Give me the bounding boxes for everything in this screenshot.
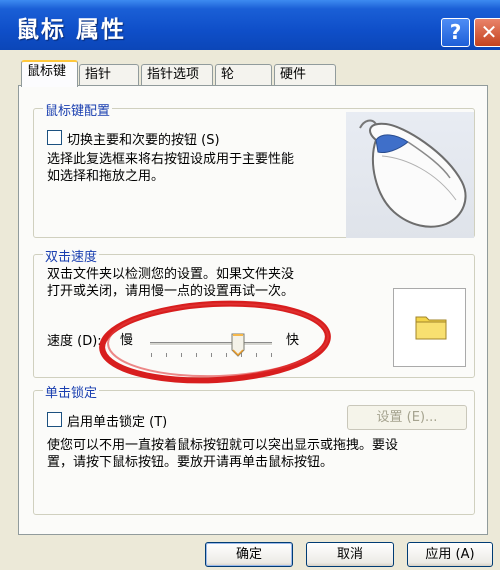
button-label: 确定 — [235, 547, 262, 562]
tab-label: 硬件 — [280, 67, 307, 82]
tab-label: 轮 — [221, 67, 235, 82]
double-click-legend: 双击速度 — [43, 246, 100, 265]
click-lock-label[interactable]: 启用单击锁定 (T) — [67, 411, 167, 430]
slow-label: 慢 — [120, 333, 134, 348]
slider-tick — [196, 353, 197, 357]
fast-label: 快 — [286, 333, 300, 348]
slider-tick — [166, 353, 167, 357]
button-config-legend: 鼠标键配置 — [43, 100, 113, 119]
tab-label: 鼠标键 — [27, 64, 67, 79]
close-icon: ✕ — [480, 20, 498, 44]
tab-label: 指针 — [85, 67, 112, 82]
double-click-description: 双击文件夹以检测您的设置。如果文件夹没 打开或关闭，请用慢一点的设置再试一次。 — [47, 266, 294, 300]
switch-buttons-checkbox[interactable] — [47, 130, 62, 145]
tab-wheel[interactable]: 轮 — [215, 64, 272, 86]
click-lock-settings-button[interactable]: 设置 (E)... — [347, 405, 467, 430]
help-button[interactable]: ? — [441, 18, 470, 47]
folder-icon — [415, 316, 447, 340]
apply-button[interactable]: 应用 (A) — [407, 542, 493, 567]
slider-tick — [151, 353, 152, 357]
slider-tick — [211, 353, 212, 357]
slider-tick — [271, 353, 272, 357]
tab-label: 指针选项 — [147, 67, 200, 82]
description-line: 双击文件夹以检测您的设置。如果文件夹没 — [47, 267, 295, 282]
description-line: 置，请按下鼠标按钮。要放开请再单击鼠标按钮。 — [47, 455, 334, 470]
click-lock-legend: 单击锁定 — [43, 382, 100, 401]
cancel-button[interactable]: 取消 — [306, 542, 394, 567]
button-label: 应用 (A) — [425, 547, 475, 562]
speed-label: 速度 (D): — [47, 334, 102, 349]
mouse-properties-window: 鼠标 属性 ? ✕ 鼠标键 指针 指针选项 轮 硬件 鼠标键配置 切换主要和次要… — [0, 0, 500, 570]
close-button[interactable]: ✕ — [474, 18, 500, 47]
button-label: 设置 (E)... — [376, 410, 438, 425]
button-config-description: 选择此复选框来将右按钮设成用于主要性能 如选择和拖放之用。 — [47, 151, 294, 185]
help-icon: ? — [449, 20, 462, 44]
description-line: 选择此复选框来将右按钮设成用于主要性能 — [47, 152, 295, 167]
title-bar[interactable]: 鼠标 属性 ? ✕ — [0, 0, 500, 50]
speed-slider[interactable] — [150, 342, 272, 346]
slider-tick — [256, 353, 257, 357]
mouse-icon — [359, 119, 467, 228]
switch-buttons-label[interactable]: 切换主要和次要的按钮 (S) — [67, 129, 220, 148]
mouse-illustration — [346, 112, 474, 238]
test-folder-box[interactable] — [393, 288, 466, 367]
slider-tick — [226, 353, 227, 357]
description-line: 打开或关闭，请用慢一点的设置再试一次。 — [47, 284, 295, 299]
button-label: 取消 — [336, 547, 363, 562]
description-line: 使您可以不用一直按着鼠标按钮就可以突出显示或拖拽。要设 — [47, 438, 399, 453]
slider-tick — [181, 353, 182, 357]
slider-thumb[interactable] — [231, 333, 245, 357]
ok-button[interactable]: 确定 — [205, 542, 293, 567]
tab-buttons[interactable]: 鼠标键 — [21, 60, 78, 87]
click-lock-checkbox[interactable] — [47, 412, 62, 427]
tab-hardware[interactable]: 硬件 — [274, 64, 336, 86]
window-title: 鼠标 属性 — [16, 17, 127, 43]
tab-pointer-options[interactable]: 指针选项 — [141, 64, 213, 86]
click-lock-description: 使您可以不用一直按着鼠标按钮就可以突出显示或拖拽。要设 置，请按下鼠标按钮。要放… — [47, 437, 398, 471]
description-line: 如选择和拖放之用。 — [47, 169, 165, 184]
tab-pointers[interactable]: 指针 — [79, 64, 139, 86]
